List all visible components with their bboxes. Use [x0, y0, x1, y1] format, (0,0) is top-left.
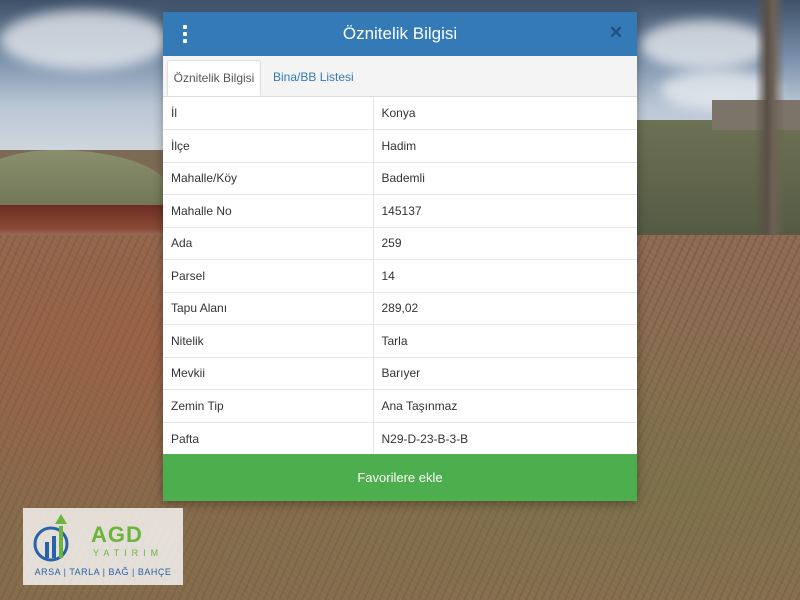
attribute-name: Ada [163, 226, 374, 260]
attribute-name: Tapu Alanı [163, 291, 374, 325]
attribute-name: Zemin Tip [163, 389, 374, 422]
attribute-name: İl [163, 97, 374, 130]
attribute-value: Konya [381, 106, 416, 120]
attribute-info-dialog: Öznitelik Bilgisi ✕ Öznitelik Bilgisi Bi… [163, 12, 637, 501]
logo-tagline: ARSA | TARLA | BAĞ | BAHÇE [34, 567, 172, 577]
table-row: Nitelik Tarla [163, 324, 637, 357]
attribute-name: Mevkii [163, 356, 374, 390]
table-row: Tapu Alanı 289,02 [163, 291, 637, 325]
attribute-value: 14 [373, 259, 637, 292]
add-to-favorites-button[interactable]: Favorilere ekle [163, 454, 637, 501]
attribute-value: Bademli [373, 161, 637, 195]
attribute-value: 145137 [373, 194, 637, 227]
dialog-header: Öznitelik Bilgisi ✕ [163, 12, 637, 56]
logo-name: AGD [91, 522, 143, 547]
vertical-dots-icon[interactable] [177, 23, 193, 45]
attribute-name: Pafta [163, 421, 374, 455]
attribute-value: 289,02 [373, 291, 637, 325]
tree [755, 0, 785, 240]
table-row: Mevkii Barıyer [163, 356, 637, 390]
close-icon[interactable]: ✕ [607, 23, 625, 43]
attribute-value: Tarla [373, 324, 637, 357]
attribute-value: Hadim [373, 129, 637, 162]
attribute-value: N29-D-23-B-3-B [373, 421, 637, 455]
attribute-name: İlçe [163, 129, 374, 162]
cloud [0, 10, 170, 70]
dialog-title: Öznitelik Bilgisi [342, 24, 458, 43]
attribute-value: 259 [373, 226, 637, 260]
table-row: Mahalle No 145137 [163, 194, 637, 227]
table-row: İlçe Hadim [163, 129, 637, 162]
attribute-name: Mahalle No [163, 194, 374, 227]
tab-bar: Öznitelik Bilgisi Bina/BB Listesi [163, 56, 637, 97]
attribute-name: Nitelik [163, 324, 374, 357]
tab-building-list[interactable]: Bina/BB Listesi [263, 60, 364, 96]
table-row: Ada 259 [163, 226, 637, 260]
attribute-name: Parsel [163, 259, 374, 292]
attribute-name: Mahalle/Köy [163, 161, 374, 195]
logo-mark-icon [33, 514, 69, 562]
tab-attribute-info[interactable]: Öznitelik Bilgisi [167, 60, 261, 96]
attribute-value: Barıyer [373, 356, 637, 390]
table-row: Mahalle/Köy Bademli [163, 161, 637, 195]
table-row: İl Konya [163, 97, 637, 130]
table-row: Parsel 14 [163, 259, 637, 292]
cloud [640, 20, 770, 70]
logo-subtitle: YATIRIM [93, 548, 164, 558]
table-row: Zemin Tip Ana Taşınmaz [163, 389, 637, 422]
attribute-value: Ana Taşınmaz [373, 389, 637, 422]
attribute-table: İl Konya İlçe Hadim Mahalle/Köy Bademli Mahall… [163, 97, 637, 455]
agd-logo: AGD YATIRIM ARSA | TARLA | BAĞ | BAHÇE [23, 508, 183, 585]
table-row: Pafta N29-D-23-B-3-B [163, 421, 637, 455]
